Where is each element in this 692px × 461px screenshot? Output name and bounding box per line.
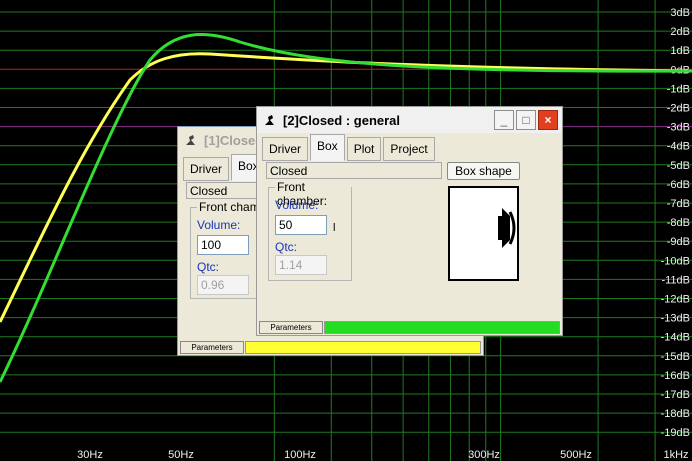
speaker-icon [186, 135, 195, 145]
x-tick-label: 500Hz [560, 449, 592, 461]
tab-box[interactable]: Box [310, 134, 345, 161]
window1-volume-input[interactable]: 100 [197, 235, 249, 255]
tab-project[interactable]: Project [383, 137, 435, 161]
window1-tabs: Driver Box [183, 154, 268, 181]
window1-title: [1]Closed [204, 132, 264, 148]
window2-parameters-label[interactable]: Parameters [259, 321, 323, 334]
y-tick-label: 2dB [670, 26, 690, 38]
window2-controls: _ □ × [494, 110, 558, 130]
close-button[interactable]: × [538, 110, 558, 130]
y-tick-label: -10dB [661, 255, 690, 267]
y-tick-label: -9dB [667, 236, 690, 248]
y-tick-label: -3dB [667, 122, 690, 134]
y-tick-label: -5dB [667, 160, 690, 172]
speaker-icon [265, 115, 274, 125]
minimize-button[interactable]: _ [494, 110, 514, 130]
window2-tabs: Driver Box Plot Project [262, 134, 437, 161]
y-tick-label: -2dB [667, 103, 690, 115]
y-tick-label: -6dB [667, 179, 690, 191]
y-tick-label: -11dB [661, 274, 690, 286]
y-tick-label: 3dB [670, 7, 690, 19]
y-tick-label: -4dB [667, 141, 690, 153]
maximize-button[interactable]: □ [516, 110, 536, 130]
window2-title: [2]Closed : general [283, 112, 401, 128]
window1-volume-label: Volume: [197, 218, 241, 232]
y-tick-label: -15dB [661, 351, 690, 363]
y-tick-label: -1dB [667, 83, 690, 95]
window2-qtc-label: Qtc: [275, 240, 298, 254]
tab-driver[interactable]: Driver [183, 157, 229, 181]
window2-qtc-value: 1.14 [275, 255, 327, 275]
y-tick-label: -12dB [661, 294, 690, 306]
x-tick-label: 30Hz [77, 449, 103, 461]
window2-volume-unit: l [333, 222, 336, 234]
x-axis-labels: 30Hz 50Hz 100Hz 300Hz 500Hz 1kHz [77, 449, 688, 461]
x-tick-label: 300Hz [468, 449, 500, 461]
y-tick-label: -7dB [667, 198, 690, 210]
window1-status-bar [245, 341, 481, 354]
speaker-driver-icon [498, 208, 516, 248]
window2-volume-input[interactable]: 50 [275, 215, 327, 235]
y-tick-label: -19dB [661, 427, 690, 439]
tab-plot[interactable]: Plot [346, 137, 382, 161]
y-tick-label: -17dB [661, 389, 690, 401]
window1-statusbar: Parameters [179, 340, 482, 354]
x-tick-label: 1kHz [663, 449, 688, 461]
y-tick-label: 1dB [670, 45, 690, 57]
window1-qtc-label: Qtc: [197, 260, 220, 274]
y-tick-label: -16dB [661, 370, 690, 382]
window2-box-type: Closed [266, 162, 442, 179]
y-tick-label: -14dB [661, 332, 690, 344]
y-tick-label: -13dB [661, 313, 690, 325]
y-tick-label: -8dB [667, 217, 690, 229]
window1-qtc-value: 0.96 [197, 275, 249, 295]
x-tick-label: 100Hz [284, 449, 316, 461]
closed-box-window-2[interactable]: [2]Closed : general _ □ × Driver Box Plo… [256, 106, 563, 336]
window2-front-chamber-group: Front chamber: Volume: 50 l Qtc: 1.14 [268, 180, 352, 281]
window2-statusbar: Parameters [258, 320, 561, 334]
window1-parameters-label[interactable]: Parameters [180, 341, 244, 354]
y-tick-label: -18dB [661, 408, 690, 420]
x-tick-label: 50Hz [168, 449, 194, 461]
tab-driver[interactable]: Driver [262, 137, 308, 161]
box-preview [448, 186, 519, 281]
window2-volume-label: Volume: [275, 198, 319, 212]
box-shape-button[interactable]: Box shape [447, 162, 520, 180]
window2-status-bar [324, 321, 560, 334]
